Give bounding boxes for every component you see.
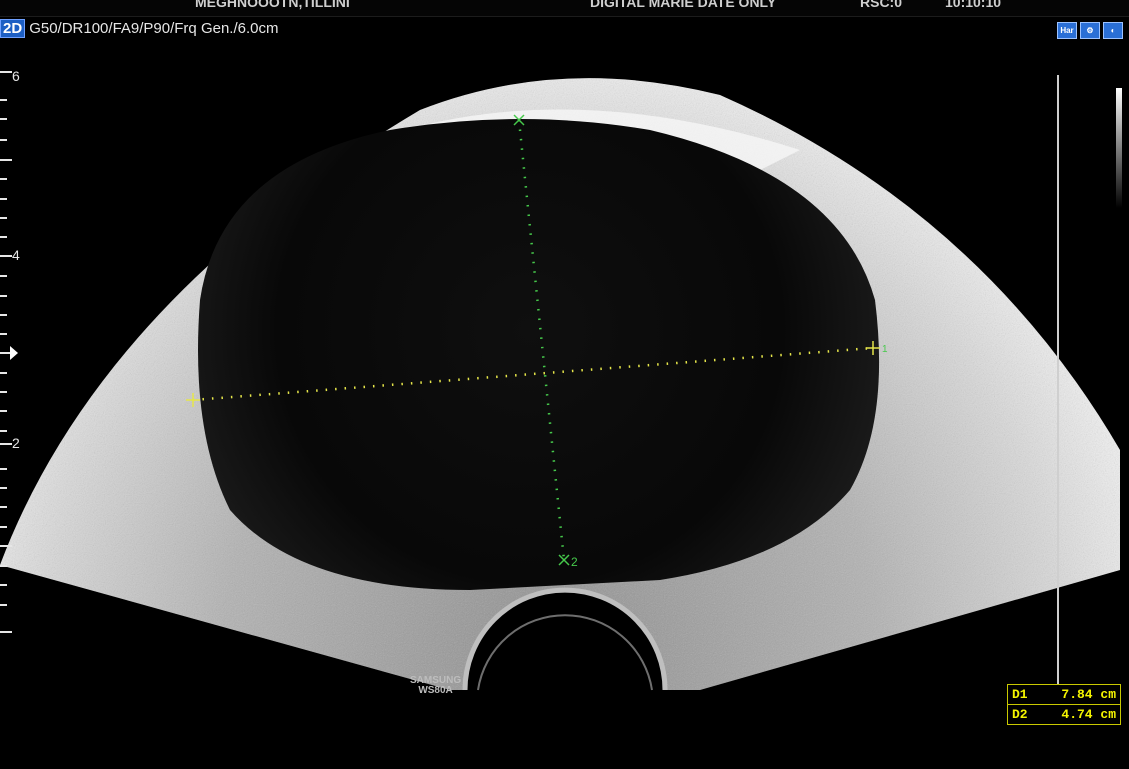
parameter-settings: G50/DR100/FA9/P90/Frq Gen./6.0cm [29,19,279,37]
depth-label-6: 6 [12,68,20,84]
patient-name: MEGHNOOOTN,TILLINI [195,0,350,10]
grayscale-bar [1116,88,1122,208]
caliper-label-1: 1 [882,344,888,355]
depth-label-4: 4 [12,247,20,263]
gear-icon[interactable]: ⚙ [1080,22,1100,39]
ultrasound-image: 2 1 [0,71,1120,691]
probe-icon[interactable]: ◐ [1103,22,1123,39]
measurement-row: D2 4.74 cm [1008,704,1120,724]
institution-text: DIGITAL MARIE DATE ONLY [590,0,777,10]
measurement-value: 4.74 cm [1061,707,1116,722]
probe-brand: SAMSUNG WS80A [410,676,461,696]
measurement-label: D2 [1012,707,1028,722]
measurement-value: 7.84 cm [1061,687,1116,702]
mode-badge[interactable]: 2D [0,18,26,38]
tgc-line [1057,75,1059,687]
harmonic-icon[interactable]: Har [1057,22,1077,39]
cyst-region [198,119,880,590]
top-icon-group: Har ⚙ ◐ [1057,22,1123,39]
focus-marker-icon[interactable] [10,346,18,360]
measurement-row: D1 7.84 cm [1008,685,1120,704]
depth-label-2: 2 [12,435,20,451]
measurement-results: D1 7.84 cm D2 4.74 cm [1007,684,1121,725]
imaging-parameters: 2D G50/DR100/FA9/P90/Frq Gen./6.0cm [0,18,278,38]
header-bar: MEGHNOOOTN,TILLINI DIGITAL MARIE DATE ON… [0,0,1129,17]
model-name: WS80A [418,685,453,696]
header-value-1: RSC:0 [860,0,903,10]
measurement-label: D1 [1012,687,1028,702]
caliper-label-2: 2 [571,555,578,569]
header-value-2: 10:10:10 [945,0,1002,10]
